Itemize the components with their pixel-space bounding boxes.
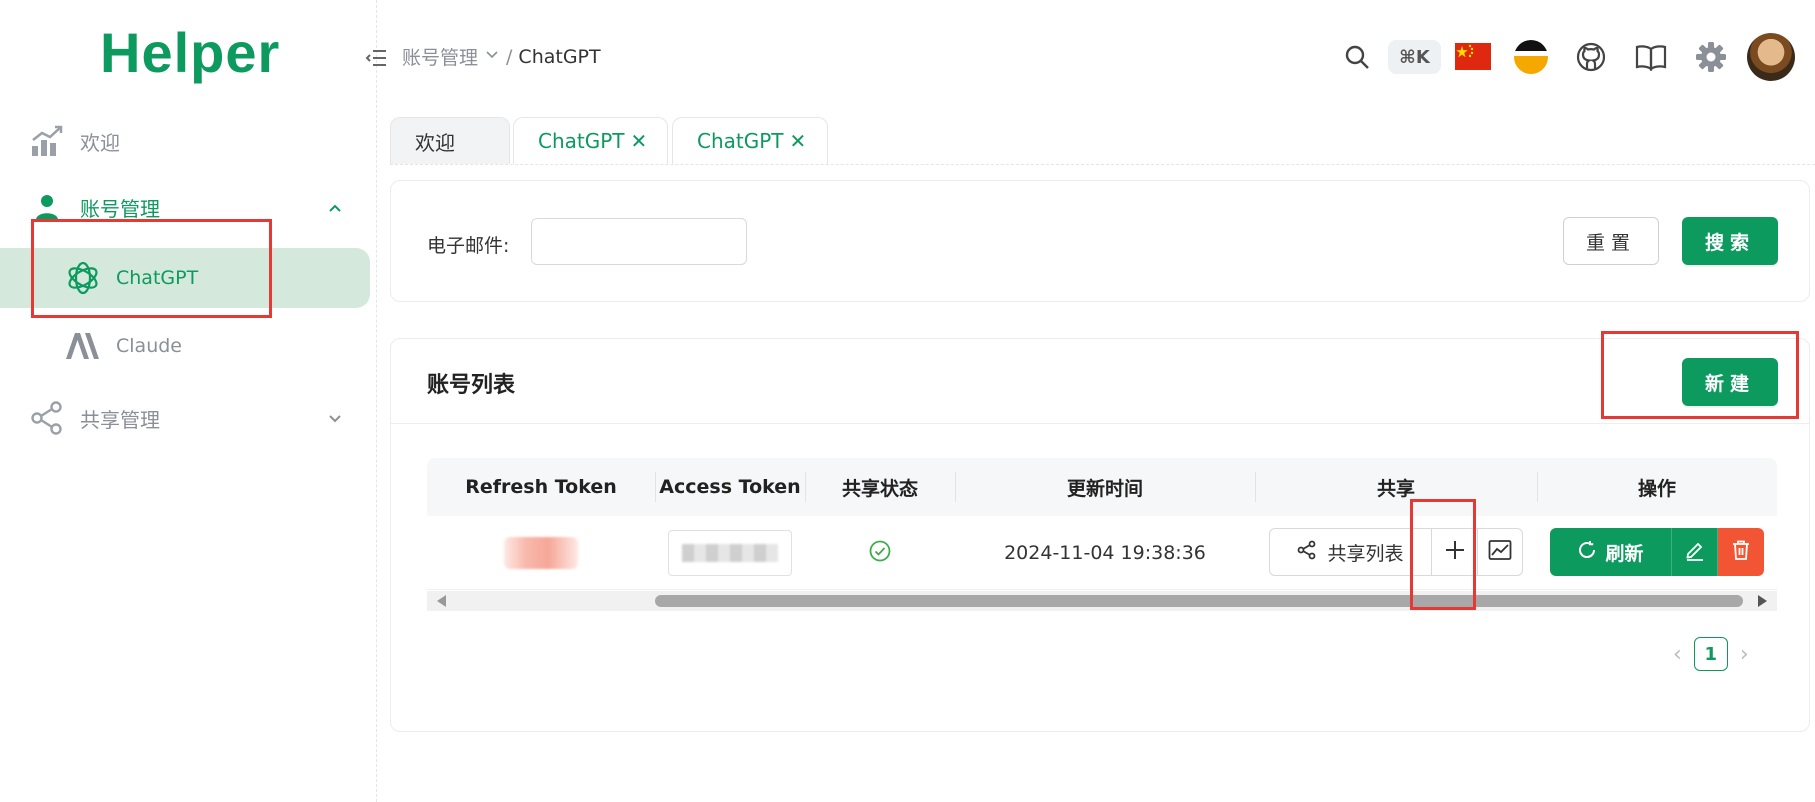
reset-button[interactable]: 重置 [1563,217,1659,265]
email-field[interactable] [531,218,747,265]
refresh-token-cell [427,516,655,590]
gear-icon[interactable] [1692,38,1730,76]
chart-icon [30,124,64,158]
search-card: 电子邮件: 重置 搜索 [390,180,1810,302]
next-page-icon[interactable]: › [1740,642,1749,667]
refresh-icon [1577,540,1597,565]
check-circle-icon [869,540,891,567]
page-number[interactable]: 1 [1693,637,1728,671]
sidebar: Helper 欢迎 账号管理 ChatGPT Claude 共享管理 [0,0,377,802]
sidebar-item-welcome[interactable]: 欢迎 [0,113,377,169]
tab-chatgpt-1[interactable]: ChatGPT ✕ [513,117,668,164]
share-stats-button[interactable] [1478,529,1522,575]
line-chart-icon [1488,539,1512,566]
breadcrumb-current: ChatGPT [518,45,601,68]
sidebar-item-share-management[interactable]: 共享管理 [0,390,377,446]
list-title: 账号列表 [427,373,516,398]
search-icon[interactable] [1338,38,1376,76]
table-row: 2024-11-04 19:38:36 共享列表 刷新 [427,516,1777,590]
sidebar-item-claude[interactable]: Claude [0,316,370,376]
share-icon [30,401,64,435]
language-cn-flag-icon[interactable] [1455,43,1491,70]
avatar[interactable] [1747,33,1795,81]
menu-collapse-icon[interactable] [364,46,388,70]
tab-label: ChatGPT [538,129,625,153]
access-token-cell [655,516,805,590]
annotation-box-chatgpt [31,219,272,318]
pencil-icon [1684,539,1706,565]
tab-label: ChatGPT [697,129,784,153]
updated-time-cell: 2024-11-04 19:38:36 [1004,542,1206,564]
column-header: 共享 [1376,477,1415,500]
breadcrumb: 账号管理 / ChatGPT [402,43,601,70]
tab-label: 欢迎 [415,130,455,155]
annotation-box-add-share [1410,499,1476,610]
annotation-box-new [1601,331,1799,419]
pagination: ‹ 1 › [1673,637,1749,671]
scroll-right-arrow-icon[interactable] [1758,595,1767,607]
column-header: Refresh Token [465,476,617,498]
share-button-group: 共享列表 [1269,528,1523,576]
command-k-shortcut[interactable]: ⌘K [1388,40,1441,74]
share-list-label: 共享列表 [1327,542,1404,565]
share-list-button[interactable]: 共享列表 [1270,529,1432,575]
sidebar-item-label: 欢迎 [80,130,120,155]
chevron-up-icon [326,198,344,216]
anthropic-icon [64,327,102,365]
tab-chatgpt-2[interactable]: ChatGPT ✕ [672,117,828,164]
theme-toggle-icon[interactable] [1512,38,1550,76]
close-icon[interactable]: ✕ [631,129,648,153]
trash-icon [1731,539,1751,565]
search-button[interactable]: 搜索 [1682,217,1778,265]
sidebar-item-label: 共享管理 [80,407,160,432]
tabbar-divider [390,164,1815,165]
sidebar-item-label: Claude [116,335,182,357]
column-header: Access Token [659,476,801,498]
scroll-left-arrow-icon[interactable] [437,595,446,607]
column-header: 共享状态 [841,477,918,500]
account-list-card: 账号列表 新建 Refresh Token Access Token 共享状态 … [390,338,1810,732]
sidebar-item-label: 账号管理 [80,196,160,221]
edit-button[interactable] [1672,528,1718,576]
breadcrumb-parent[interactable]: 账号管理 [402,43,478,70]
masked-refresh-token [504,537,578,569]
card-divider [391,423,1809,424]
docs-book-icon[interactable] [1632,38,1670,76]
delete-button[interactable] [1718,528,1764,576]
operation-button-group: 刷新 [1550,528,1764,576]
close-icon[interactable]: ✕ [790,129,807,153]
app-logo: Helper [100,21,281,84]
github-icon[interactable] [1572,38,1610,76]
chevron-down-icon [326,409,344,427]
scrollbar-thumb[interactable] [655,595,1743,607]
share-icon [1297,540,1317,565]
chevron-down-icon [484,46,500,68]
table-header: Refresh Token Access Token 共享状态 更新时间 共享 … [427,458,1777,516]
tab-welcome[interactable]: 欢迎 [390,117,510,164]
refresh-button[interactable]: 刷新 [1550,528,1672,576]
masked-access-token[interactable] [668,530,792,576]
share-status-cell [805,516,955,590]
horizontal-scrollbar[interactable] [427,591,1777,611]
refresh-label: 刷新 [1605,542,1644,565]
column-header: 操作 [1637,477,1676,500]
breadcrumb-separator: / [506,45,513,68]
prev-page-icon[interactable]: ‹ [1673,642,1682,667]
email-label: 电子邮件: [427,235,510,257]
column-header: 更新时间 [1066,477,1143,500]
